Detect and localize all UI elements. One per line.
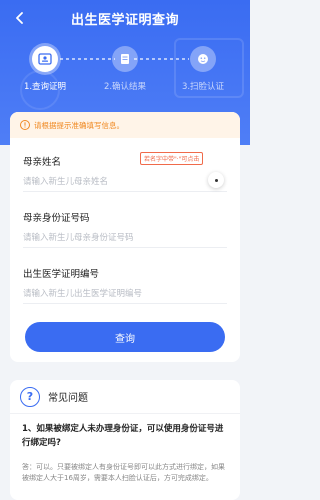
step-1-label: 1.查询证明 <box>23 82 67 92</box>
top-bar: 出生医学证明查询 <box>0 0 250 36</box>
faq-question[interactable]: 1、如果被绑定人未办理身份证，可以使用身份证号进行绑定吗? <box>22 422 228 450</box>
step-connector <box>60 58 115 60</box>
face-scan-icon <box>198 54 208 64</box>
step-2-circle <box>112 46 138 72</box>
query-form-card: 请根据提示准确填写信息。 母亲姓名 若名字中带"·"可点击 母亲身份证号码 出生… <box>10 112 240 362</box>
step-3-circle <box>190 46 216 72</box>
step-1-circle <box>32 46 58 72</box>
step-3-label: 3.扫脸认证 <box>181 82 225 92</box>
mother-name-input[interactable] <box>23 172 227 192</box>
mother-id-input[interactable] <box>23 228 227 248</box>
faq-answer: 答：可以。只要被绑定人有身份证号即可以此方式进行绑定，如果被绑定人大于16周岁，… <box>22 463 225 482</box>
notice-bar: 请根据提示准确填写信息。 <box>10 112 240 138</box>
document-icon <box>121 54 129 64</box>
faq-title: 常见问题 <box>48 393 88 404</box>
page-title: 出生医学证明查询 <box>70 12 179 28</box>
faq-header: ? 常见问题 <box>10 380 240 414</box>
mother-id-label: 母亲身份证号码 <box>23 213 90 224</box>
chevron-left-icon <box>16 12 23 24</box>
step-2-label: 2.确认结果 <box>103 82 147 92</box>
id-card-icon <box>38 53 52 65</box>
dot-icon <box>214 178 218 182</box>
back-button[interactable] <box>8 6 32 30</box>
faq-card: ? 常见问题 1、如果被绑定人未办理身份证，可以使用身份证号进行绑定吗? 答：可… <box>10 380 240 500</box>
question-icon: ? <box>20 386 40 407</box>
dot-input-button[interactable] <box>208 172 224 188</box>
cert-number-input[interactable] <box>23 284 227 304</box>
mother-name-label: 母亲姓名 <box>23 157 62 168</box>
query-button[interactable]: 查询 <box>25 322 225 352</box>
notice-text: 请根据提示准确填写信息。 <box>34 120 124 130</box>
progress-steps: 1.查询证明 2.确认结果 3.扫脸认证 <box>0 44 250 100</box>
step-connector <box>134 58 189 60</box>
cert-number-label: 出生医学证明编号 <box>23 269 100 280</box>
rare-character-tag[interactable]: 若名字中带"·"可点击 <box>140 152 204 165</box>
warning-icon <box>20 120 30 130</box>
